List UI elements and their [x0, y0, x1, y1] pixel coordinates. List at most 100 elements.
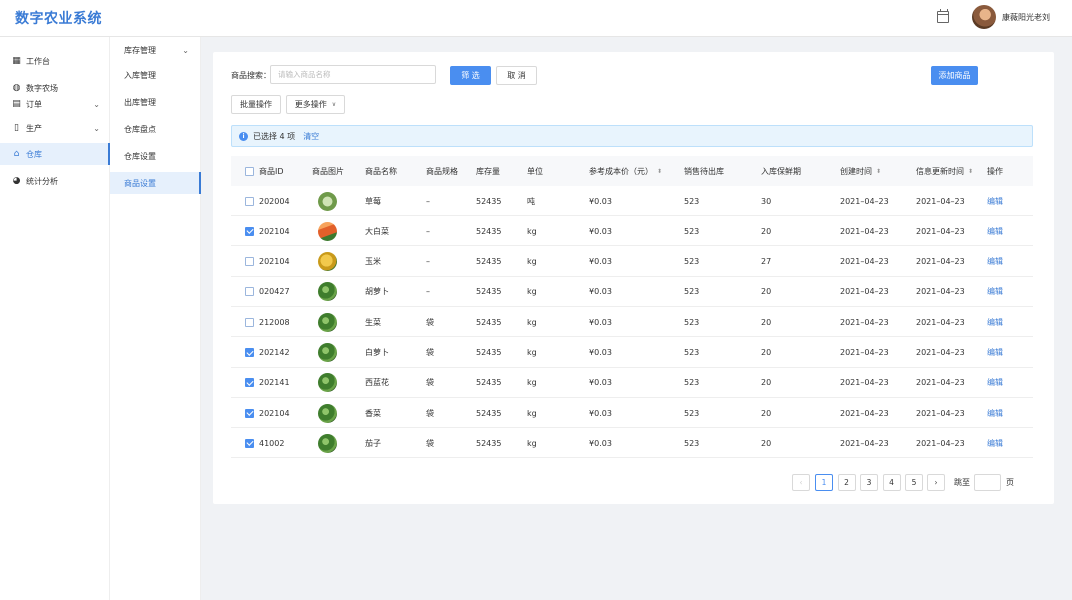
edit-link[interactable]: 编辑 [987, 408, 1003, 419]
table-cell: kg [527, 277, 537, 307]
sidebar-item[interactable]: ▦ 工作台 [0, 50, 110, 72]
more-operations-dropdown[interactable]: 更多操作 ∨ [286, 95, 345, 114]
table-cell: 2021–04–23 [916, 247, 965, 277]
sort-icon[interactable]: ⬍ [968, 168, 973, 175]
page-button[interactable]: 4 [882, 474, 901, 491]
table-cell [318, 368, 337, 398]
table-cell: 2021–04–23 [840, 277, 889, 307]
row-checkbox[interactable] [245, 196, 254, 206]
column-header[interactable]: 创建时间 ⬍ [840, 156, 881, 186]
table-cell: – [426, 277, 430, 307]
submenu-item[interactable]: 库存管理 ⌄ [110, 39, 201, 61]
row-checkbox[interactable] [245, 348, 254, 357]
filter-button[interactable]: 筛 选 [450, 66, 491, 85]
cell-updated: 2021–04–23 [916, 348, 965, 357]
cell-unit: kg [527, 226, 537, 236]
table-cell: 编辑 [987, 277, 1003, 307]
table-cell: 52435 [476, 247, 501, 277]
sidebar-item[interactable]: ◕ 统计分析 [0, 170, 110, 192]
cell-spec: – [426, 196, 430, 206]
prev-page-button[interactable]: ‹ [792, 474, 810, 491]
chevron-down-icon: ⌄ [182, 45, 189, 55]
page-button[interactable]: 1 [815, 474, 833, 491]
edit-link[interactable]: 编辑 [987, 286, 1003, 297]
pie-chart-icon: ◕ [12, 175, 21, 186]
page-button[interactable]: 2 [837, 474, 856, 491]
cell-updated: 2021–04–23 [916, 257, 965, 267]
submenu-item[interactable]: 入库管理 [110, 64, 201, 86]
cancel-button[interactable]: 取 消 [496, 66, 537, 85]
sort-icon[interactable]: ⬍ [657, 168, 662, 175]
row-checkbox[interactable] [245, 287, 254, 297]
sidebar-item[interactable]: ▤ 订单 ⌄ [0, 93, 110, 115]
next-page-button[interactable]: › [927, 474, 945, 491]
edit-link[interactable]: 编辑 [987, 226, 1003, 237]
row-checkbox[interactable] [245, 257, 254, 267]
column-header-label: 商品名称 [365, 166, 397, 176]
edit-link[interactable]: 编辑 [987, 256, 1003, 267]
search-input[interactable] [270, 65, 436, 84]
add-product-button[interactable]: 添加商品 [931, 66, 978, 85]
submenu-item[interactable]: 商品设置 [110, 172, 201, 194]
edit-link[interactable]: 编辑 [987, 317, 1003, 328]
edit-link[interactable]: 编辑 [987, 196, 1003, 207]
column-header-label: 销售待出库 [684, 166, 724, 176]
row-checkbox[interactable] [245, 438, 254, 448]
table-cell: – [426, 216, 430, 246]
table-cell: kg [527, 368, 537, 398]
column-header-label: 信息更新时间 [916, 166, 964, 176]
table-cell: 52435 [476, 307, 501, 337]
row-checkbox[interactable] [245, 226, 254, 236]
table-cell: 胡萝卜 [365, 277, 389, 307]
submenu-item[interactable]: 仓库盘点 [110, 118, 201, 140]
table-cell: 20 [761, 216, 771, 246]
table-cell: 大白菜 [365, 216, 389, 246]
sidebar-item-label: 统计分析 [26, 176, 58, 186]
username[interactable]: 康薇阳光老刘 [1002, 12, 1050, 23]
edit-link[interactable]: 编辑 [987, 377, 1003, 388]
column-header: 商品图片 [312, 156, 344, 186]
cell-pending: 523 [684, 348, 700, 357]
avatar[interactable] [972, 5, 996, 29]
edit-link[interactable]: 编辑 [987, 347, 1003, 358]
table-cell: 编辑 [987, 428, 1003, 458]
product-id: 202104 [259, 257, 290, 267]
table-cell: 茄子 [365, 428, 381, 458]
cell-name: 白萝卜 [365, 348, 389, 357]
batch-operation-button[interactable]: 批量操作 [231, 95, 281, 114]
cell-cost: ¥0.03 [589, 317, 612, 327]
row-checkbox[interactable] [245, 317, 254, 327]
cell-stock: 52435 [476, 257, 502, 267]
select-all-checkbox[interactable] [245, 166, 254, 176]
page-button[interactable]: 5 [905, 474, 923, 491]
sidebar-item[interactable]: ⌂ 仓库 [0, 143, 110, 165]
calendar-icon[interactable] [937, 9, 949, 23]
table-row: 212008 生菜 袋 52435 kg ¥0.03 523 20 2021–04–23 2021… [231, 307, 1033, 338]
table-cell [318, 186, 337, 216]
table-cell: 202104 [245, 216, 290, 246]
table-cell: 编辑 [987, 247, 1003, 277]
edit-link[interactable]: 编辑 [987, 438, 1003, 449]
column-header: 销售待出库 [684, 156, 724, 186]
sidebar-item[interactable]: ▯ 生产 ⌄ [0, 117, 110, 139]
cell-created: 2021–04–23 [840, 408, 889, 418]
column-header: 商品ID [245, 156, 284, 186]
cell-unit: kg [527, 438, 537, 448]
column-header[interactable]: 信息更新时间 ⬍ [916, 156, 973, 186]
column-header-label: 库存量 [476, 166, 500, 176]
jump-page-input[interactable] [974, 474, 1001, 491]
table-cell: 2021–04–23 [916, 428, 965, 458]
column-header[interactable]: 参考成本价（元） ⬍ [589, 156, 662, 186]
column-header-label: 商品图片 [312, 166, 344, 176]
page-button[interactable]: 3 [860, 474, 878, 491]
sort-icon[interactable]: ⬍ [876, 168, 881, 175]
row-checkbox[interactable] [245, 408, 254, 418]
cell-updated: 2021–04–23 [916, 226, 965, 236]
table-cell [318, 398, 337, 428]
submenu-item[interactable]: 仓库设置 [110, 145, 201, 167]
submenu-item[interactable]: 出库管理 [110, 91, 201, 113]
row-checkbox[interactable] [245, 378, 254, 388]
clear-selection-link[interactable]: 清空 [303, 131, 319, 142]
cell-updated: 2021–04–23 [916, 287, 965, 297]
cell-spec: 袋 [426, 378, 434, 388]
